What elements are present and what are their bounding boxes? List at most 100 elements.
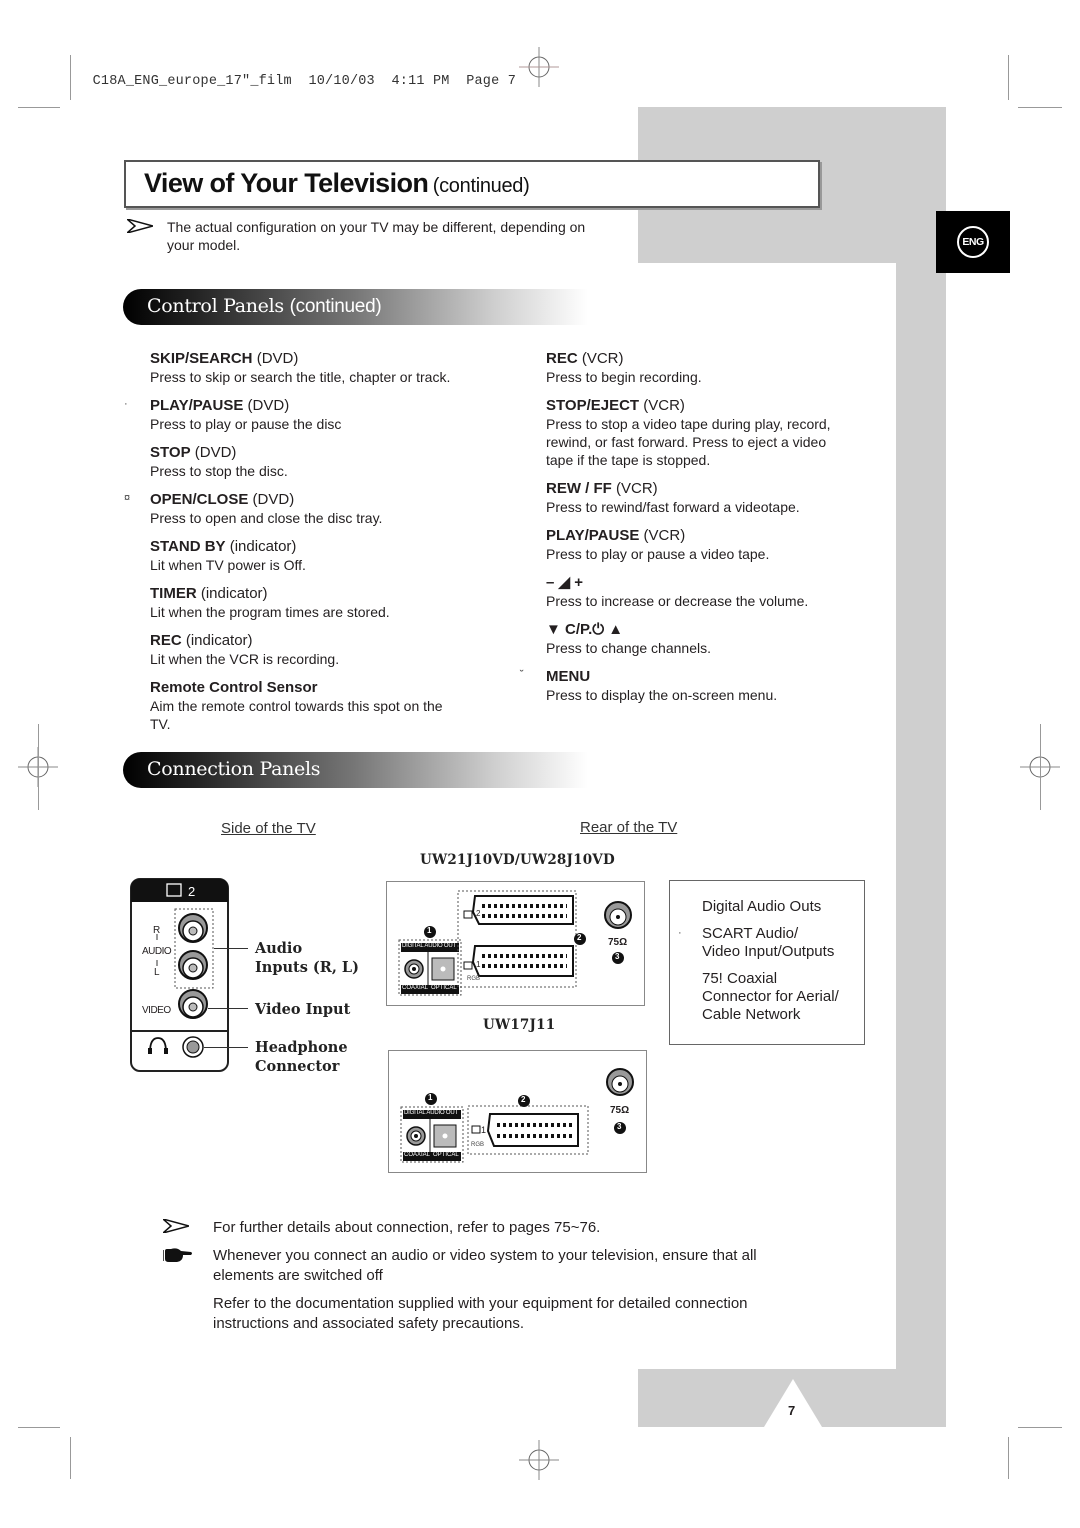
- eng-badge: ENG: [957, 226, 989, 258]
- legend-text: Digital Audio Outs: [702, 898, 822, 915]
- control-list-right: REC (VCR) Press to begin recording. STOP/E…: [520, 350, 876, 715]
- control-item: REW / FF (VCR) Press to rewind/fast forwa…: [546, 480, 876, 516]
- side-panel-diagram: [130, 878, 229, 1072]
- control-item: · PLAY/PAUSE (DVD) Press to play or pause …: [124, 397, 490, 433]
- crop-mark: [38, 724, 39, 810]
- control-item: STAND BY (indicator) Lit when TV power is…: [150, 538, 490, 574]
- control-name: SKIP/SEARCH: [150, 350, 253, 367]
- footer-notes: For further details about connection, re…: [213, 1218, 833, 1342]
- page-title-box: View of Your Television (continued): [124, 160, 820, 208]
- model-label-2: UW17J11: [483, 1017, 556, 1033]
- crop-mark: [18, 107, 60, 108]
- rear1-marker-1-label: 1: [427, 926, 432, 935]
- control-name: REC: [546, 350, 578, 367]
- control-name: PLAY/PAUSE: [150, 397, 244, 414]
- rear2-marker-1-label: 1: [428, 1093, 433, 1102]
- control-item: REC (indicator) Lit when the VCR is recor…: [150, 632, 490, 668]
- control-item: ˘ MENU Press to display the on-screen menu…: [520, 668, 876, 704]
- registration-mark-top: [519, 47, 559, 87]
- control-desc: Press to increase or decrease the volume…: [546, 593, 809, 609]
- control-item-title: STOP/EJECT (VCR): [546, 397, 876, 415]
- footer-note: For further details about connection, re…: [213, 1218, 833, 1238]
- control-desc: Lit when the program times are stored.: [150, 604, 390, 620]
- intro-note: The actual configuration on your TV may …: [167, 218, 627, 254]
- control-desc: TV.: [150, 716, 171, 732]
- control-desc: tape if the tape is stopped.: [546, 452, 711, 468]
- control-desc: Press to skip or search the title, chapt…: [150, 369, 451, 385]
- rear2-optical: OPTICAL: [433, 1152, 459, 1158]
- side-panel-input-number: 2: [188, 884, 196, 899]
- control-item-title: REC (indicator): [150, 632, 490, 650]
- control-item-title: STAND BY (indicator): [150, 538, 490, 556]
- crop-mark: [1008, 1437, 1009, 1479]
- callout-line-video: [208, 1008, 248, 1009]
- rear1-antenna-label: 75Ω: [608, 937, 628, 948]
- page-title: View of Your Television: [144, 168, 429, 198]
- volume-icon: – ◢ +: [546, 574, 583, 591]
- control-name: REW / FF: [546, 480, 612, 497]
- rear2-marker-2-label: 2: [521, 1095, 526, 1104]
- legend-text: Cable Network: [702, 1006, 801, 1023]
- print-slug: C18A_ENG_europe_17"_film 10/10/03 4:11 P…: [76, 59, 516, 89]
- section-bar-control-panels: Control Panels (continued): [123, 289, 588, 325]
- footer-note: Whenever you connect an audio or video s…: [213, 1246, 833, 1286]
- control-item: ¤ OPEN/CLOSE (DVD) Press to open and close…: [124, 491, 490, 527]
- control-name: MENU: [546, 668, 591, 685]
- language-tab: ENG: [936, 211, 1010, 273]
- callout-headphone: Headphone Connector: [255, 1038, 348, 1076]
- control-item-title: PLAY/PAUSE (DVD): [150, 397, 490, 415]
- section-title-control-panels: Control Panels: [147, 295, 284, 317]
- legend-item: Digital Audio Outs: [670, 898, 864, 916]
- crop-mark: [1018, 1427, 1062, 1428]
- callout-audio-line1: Audio: [255, 940, 303, 957]
- control-desc: Press to stop the disc.: [150, 463, 288, 479]
- control-item: PLAY/PAUSE (VCR) Press to play or pause a…: [546, 527, 876, 563]
- control-item-title: ▼ C/P.⏻ ▲: [546, 621, 876, 639]
- control-name: STOP/EJECT: [546, 397, 640, 414]
- footer-note-line: For further details about connection, re…: [213, 1219, 601, 1236]
- crop-mark: [70, 55, 71, 100]
- intro-note-line1: The actual configuration on your TV may …: [167, 219, 586, 235]
- crop-mark: [1040, 724, 1041, 810]
- rear1-coaxial: COAXIAL: [402, 985, 429, 991]
- callout-line-headphone: [204, 1047, 248, 1048]
- control-name: STOP: [150, 444, 191, 461]
- control-qualifier: (DVD): [247, 397, 290, 414]
- footer-note-line: Whenever you connect an audio or video s…: [213, 1247, 757, 1264]
- control-item: TIMER (indicator) Lit when the program ti…: [150, 585, 490, 621]
- intro-note-line2: your model.: [167, 237, 241, 253]
- control-desc: Lit when the VCR is recording.: [150, 651, 340, 667]
- section-title-sub: (continued): [289, 296, 382, 317]
- slug-date: 10/10/03: [308, 74, 375, 89]
- model-label-1: UW21J10VD/UW28J10VD: [420, 852, 615, 868]
- legend-text: Video Input/Outputs: [702, 943, 835, 960]
- control-qualifier: (VCR): [643, 397, 685, 414]
- rear2-antenna-label: 75Ω: [610, 1105, 630, 1116]
- audio-r-jack: [178, 913, 208, 943]
- control-item-title: Remote Control Sensor: [150, 679, 490, 697]
- callout-audio: Audio Inputs (R, L): [255, 939, 359, 977]
- control-name: OPEN/CLOSE: [150, 491, 249, 508]
- section-bar-connection-panels: Connection Panels: [123, 752, 588, 788]
- pointing-hand-icon: [163, 1248, 192, 1262]
- control-item-title: REW / FF (VCR): [546, 480, 876, 498]
- item-marker: ˘: [520, 669, 524, 681]
- side-panel-r-label: R: [153, 925, 161, 936]
- side-panel-l-label: L: [154, 967, 160, 978]
- arrow-pointer-icon: [163, 1219, 189, 1233]
- control-desc: Press to begin recording.: [546, 369, 702, 385]
- rear1-marker-3-label: 3: [615, 952, 620, 961]
- control-item: Remote Control Sensor Aim the remote cont…: [150, 679, 490, 733]
- control-desc: Press to play or pause a video tape.: [546, 546, 770, 562]
- headphone-jack: [182, 1036, 204, 1058]
- control-qualifier: (DVD): [252, 491, 295, 508]
- control-list-left: SKIP/SEARCH (DVD) Press to skip or search…: [124, 350, 490, 744]
- control-item: STOP (DVD) Press to stop the disc.: [150, 444, 490, 480]
- legend-item: · SCART Audio/Video Input/Outputs: [670, 925, 864, 961]
- audio-l-jack: [178, 950, 208, 980]
- rear1-scart-2: 2: [476, 909, 481, 918]
- item-marker: ·: [124, 398, 128, 410]
- item-marker: ¤: [124, 492, 131, 504]
- control-qualifier: (indicator): [229, 538, 297, 555]
- footer-note-line: instructions and associated safety preca…: [213, 1315, 525, 1332]
